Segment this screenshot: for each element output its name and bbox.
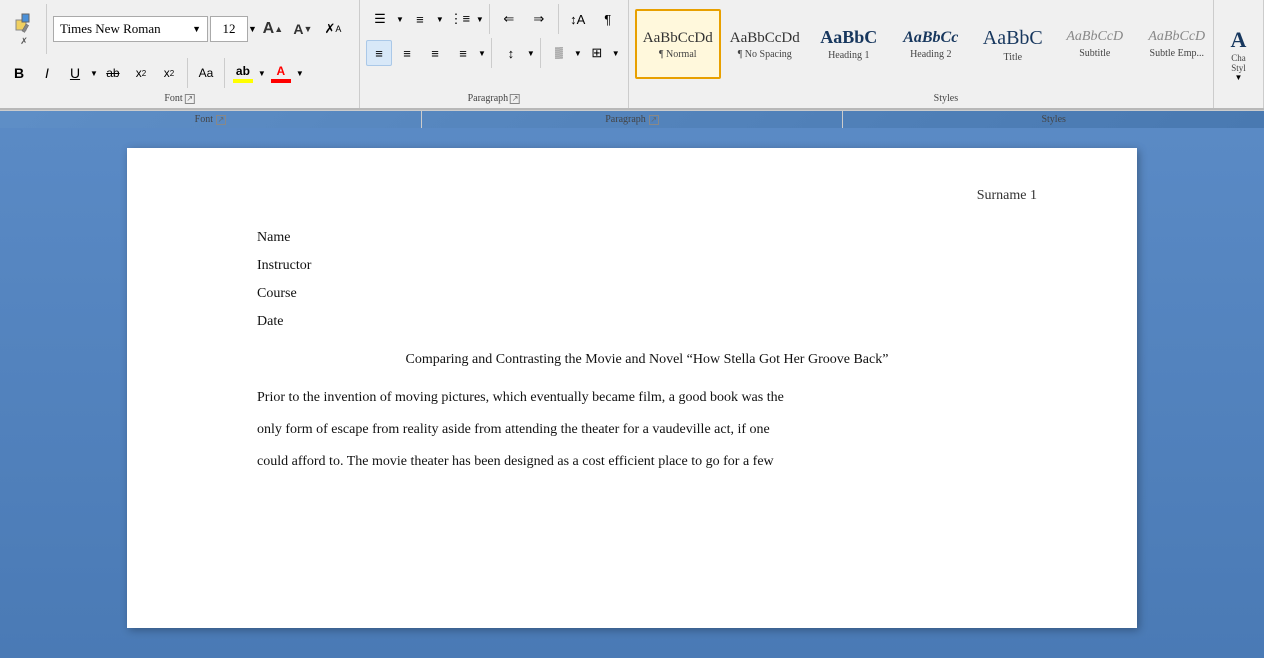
font-size-text: 12	[223, 21, 236, 37]
font-size-selector[interactable]: 12	[210, 16, 248, 42]
style-subtitle[interactable]: AaBbCcD Subtitle	[1055, 9, 1135, 79]
ribbon: ✗ Times New Roman ▼ 12 ▼ A▲ A▼	[0, 0, 1264, 110]
highlight-button[interactable]: ab	[230, 60, 256, 86]
document-area: Surname 1 Name Instructor Course Date Co…	[0, 128, 1264, 658]
pilcrow-button[interactable]: ¶	[594, 6, 622, 32]
paragraph-section: ☰ ▼ ≡ ▼ ⋮≡ ▼ ⇐ ⇒ ↕A ¶ ≡ ≡ ≡ ≡ ▼	[360, 0, 629, 108]
course-field: Course	[257, 280, 1037, 308]
para-expand-label-icon[interactable]: ↗	[649, 115, 659, 125]
paragraph-2: only form of escape from reality aside f…	[257, 416, 1037, 444]
page-header: Surname 1	[257, 188, 1037, 204]
multilevel-dropdown[interactable]: ▼	[476, 15, 484, 24]
align-center-button[interactable]: ≡	[394, 40, 420, 66]
styles-section-label: Styles	[934, 93, 958, 104]
multilevel-list-button[interactable]: ⋮≡	[446, 6, 474, 32]
format-painter-label: ✗	[20, 36, 28, 47]
clear-formatting-button[interactable]: ✗A	[319, 16, 347, 42]
format-painter-button[interactable]: ✗	[6, 4, 42, 54]
style-title[interactable]: AaBbC Title	[973, 9, 1053, 79]
change-case-button[interactable]: Aa	[193, 60, 219, 86]
document-page[interactable]: Surname 1 Name Instructor Course Date Co…	[127, 148, 1137, 628]
paragraph-label: Paragraph ↗	[422, 111, 844, 128]
italic-button[interactable]: I	[34, 60, 60, 86]
style-subtle-emphasis[interactable]: AaBbCcD Subtle Emp...	[1137, 9, 1217, 79]
paragraph-section-label: Paragraph ↗	[468, 93, 521, 104]
font-expand-label-icon[interactable]: ↗	[216, 115, 226, 125]
paragraph-expand-icon[interactable]: ↗	[510, 94, 520, 104]
shading-button[interactable]: ▒	[546, 40, 572, 66]
subscript-button[interactable]: x2	[128, 60, 154, 86]
surname-page-number: Surname 1	[977, 188, 1037, 204]
font-name-selector[interactable]: Times New Roman ▼	[53, 16, 208, 42]
style-no-spacing[interactable]: AaBbCcDd ¶ No Spacing	[723, 9, 807, 79]
line-spacing-dropdown[interactable]: ▼	[527, 49, 535, 58]
align-left-button[interactable]: ≡	[366, 40, 392, 66]
increase-indent-button[interactable]: ⇒	[525, 6, 553, 32]
font-expand-icon[interactable]: ↗	[185, 94, 195, 104]
numbered-list-dropdown[interactable]: ▼	[436, 15, 444, 24]
sort-button[interactable]: ↕A	[564, 6, 592, 32]
shading-dropdown[interactable]: ▼	[574, 49, 582, 58]
bullets-dropdown[interactable]: ▼	[396, 15, 404, 24]
align-dropdown[interactable]: ▼	[478, 49, 486, 58]
superscript-button[interactable]: x2	[156, 60, 182, 86]
font-name-text: Times New Roman	[60, 21, 161, 37]
highlight-dropdown[interactable]: ▼	[258, 69, 266, 78]
instructor-field: Instructor	[257, 252, 1037, 280]
font-section: ✗ Times New Roman ▼ 12 ▼ A▲ A▼	[0, 0, 360, 108]
paragraph-1: Prior to the invention of moving picture…	[257, 384, 1037, 412]
font-dropdown-arrow[interactable]: ▼	[192, 24, 201, 34]
paragraph-3: could afford to. The movie theater has b…	[257, 448, 1037, 476]
justify-button[interactable]: ≡	[450, 40, 476, 66]
bullets-button[interactable]: ☰	[366, 6, 394, 32]
font-color-dropdown[interactable]: ▼	[296, 69, 304, 78]
borders-button[interactable]: ⊞	[584, 40, 610, 66]
font-size-dropdown[interactable]: ▼	[248, 24, 257, 34]
section-labels-row: Font ↗ Paragraph ↗ Styles	[0, 110, 1264, 128]
styles-label: Styles	[843, 111, 1264, 128]
decrease-indent-button[interactable]: ⇐	[495, 6, 523, 32]
name-field: Name	[257, 224, 1037, 252]
style-heading1[interactable]: AaBbC Heading 1	[809, 9, 889, 79]
style-heading2[interactable]: AaBbCc Heading 2	[891, 9, 971, 79]
line-spacing-button[interactable]: ↕	[497, 40, 525, 66]
document-content[interactable]: Name Instructor Course Date Comparing an…	[257, 224, 1037, 476]
font-color-button[interactable]: A	[268, 60, 294, 86]
borders-dropdown[interactable]: ▼	[612, 49, 620, 58]
essay-title: Comparing and Contrasting the Movie and …	[257, 346, 1037, 374]
change-styles-button[interactable]: A ChaStyl ▼	[1231, 27, 1247, 82]
numbered-list-button[interactable]: ≡	[406, 6, 434, 32]
font-shrink-button[interactable]: A▼	[289, 16, 317, 42]
style-normal[interactable]: AaBbCcDd ¶ Normal	[635, 9, 721, 79]
date-field: Date	[257, 308, 1037, 336]
align-right-button[interactable]: ≡	[422, 40, 448, 66]
font-label: Font ↗	[0, 111, 422, 128]
underline-dropdown[interactable]: ▼	[90, 69, 98, 78]
styles-section: AaBbCcDd ¶ Normal AaBbCcDd ¶ No Spacing …	[629, 0, 1264, 108]
font-section-label: Font ↗	[164, 93, 194, 104]
underline-button[interactable]: U	[62, 60, 88, 86]
font-grow-button[interactable]: A▲	[259, 16, 287, 42]
bold-button[interactable]: B	[6, 60, 32, 86]
strikethrough-button[interactable]: ab	[100, 60, 126, 86]
